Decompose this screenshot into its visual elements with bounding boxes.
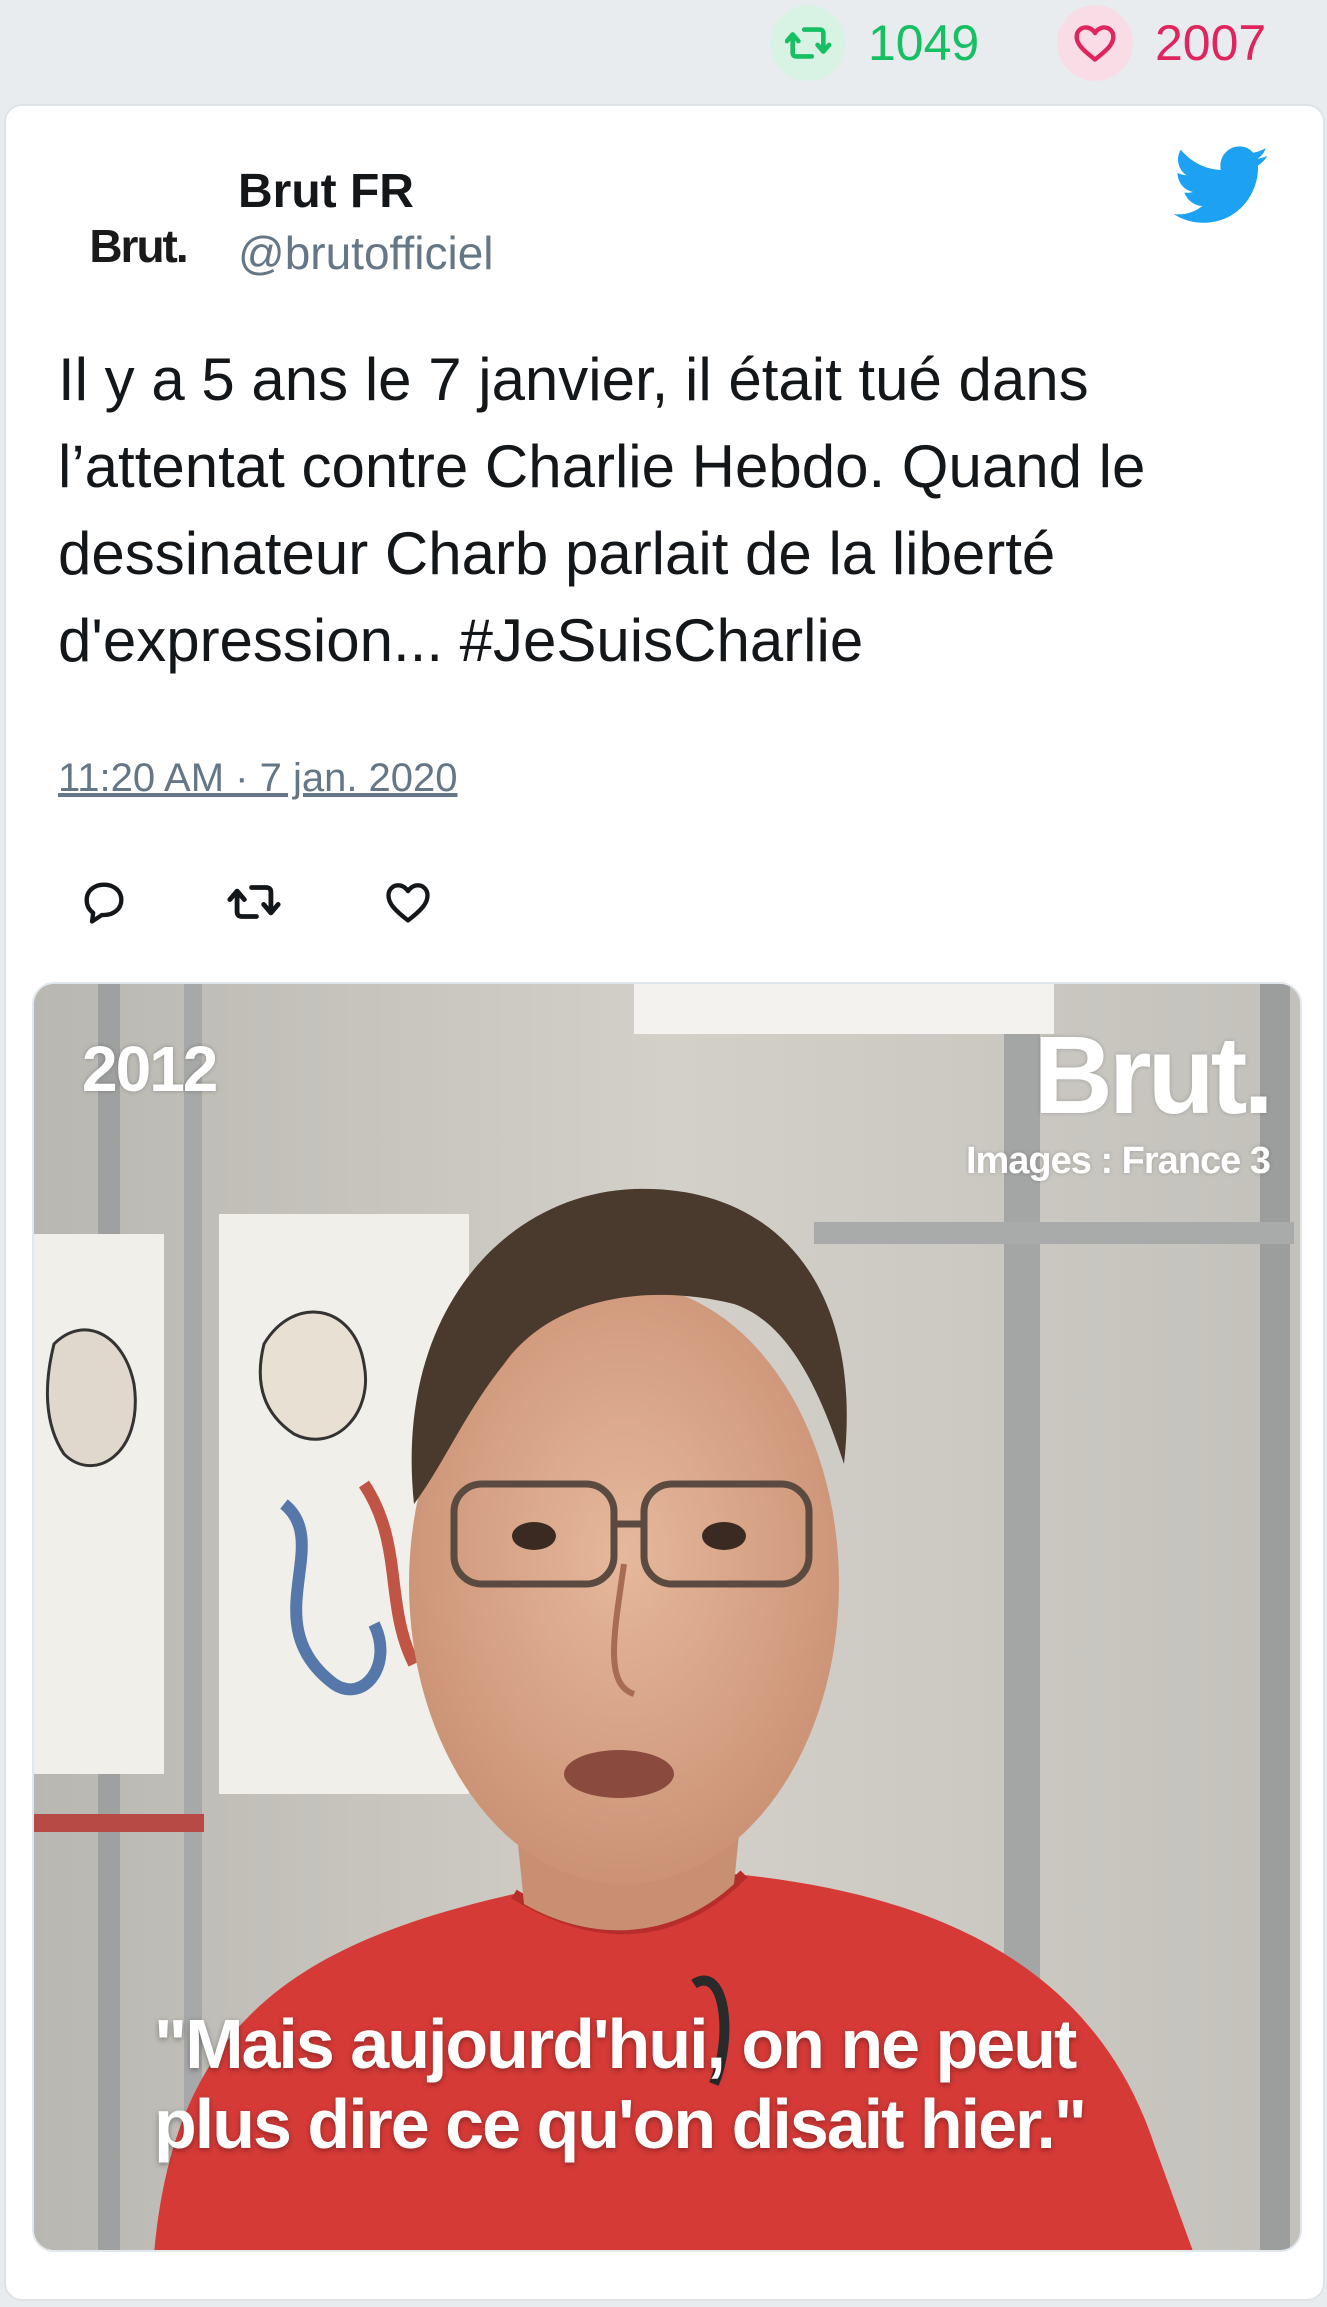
retweet-count: 1049 bbox=[868, 15, 980, 71]
image-credit: Images : France 3 bbox=[965, 1140, 1271, 1182]
like-stat[interactable]: 2007 bbox=[1057, 4, 1266, 82]
year-overlay: 2012 bbox=[82, 1033, 218, 1105]
retweet-icon bbox=[770, 5, 846, 81]
avatar[interactable]: Brut. bbox=[62, 170, 214, 322]
author-name[interactable]: Brut FR bbox=[238, 164, 414, 219]
reply-icon[interactable] bbox=[74, 872, 134, 932]
engagement-stats: 1049 2007 bbox=[0, 0, 1327, 100]
tweet-timestamp[interactable]: 11:20 AM · 7 jan. 2020 bbox=[58, 756, 458, 801]
caption-line-1: "Mais aujourd'hui, on ne peut bbox=[154, 2005, 1077, 2083]
like-count: 2007 bbox=[1155, 15, 1267, 71]
twitter-bird-icon[interactable] bbox=[1174, 146, 1270, 226]
avatar-logo-text: Brut. bbox=[89, 220, 188, 272]
video-caption: "Mais aujourd'hui, on ne peut plus dire … bbox=[154, 2004, 1254, 2164]
retweet-stat[interactable]: 1049 bbox=[770, 4, 979, 82]
author-handle[interactable]: @brutofficiel bbox=[238, 226, 494, 280]
tweet-card[interactable]: Brut. Brut FR @brutofficiel Il y a 5 ans… bbox=[4, 104, 1325, 2301]
caption-line-2: plus dire ce qu'on disait hier." bbox=[154, 2085, 1087, 2163]
heart-icon bbox=[1057, 5, 1133, 81]
brand-watermark: Brut. bbox=[1033, 1014, 1274, 1137]
tweet-media-video[interactable]: 2012 Brut. Images : France 3 "Mais aujou… bbox=[32, 982, 1302, 2252]
retweet-action-icon[interactable] bbox=[224, 872, 284, 932]
tweet-text: Il y a 5 ans le 7 janvier, il était tué … bbox=[58, 346, 1146, 674]
like-action-icon[interactable] bbox=[378, 872, 438, 932]
